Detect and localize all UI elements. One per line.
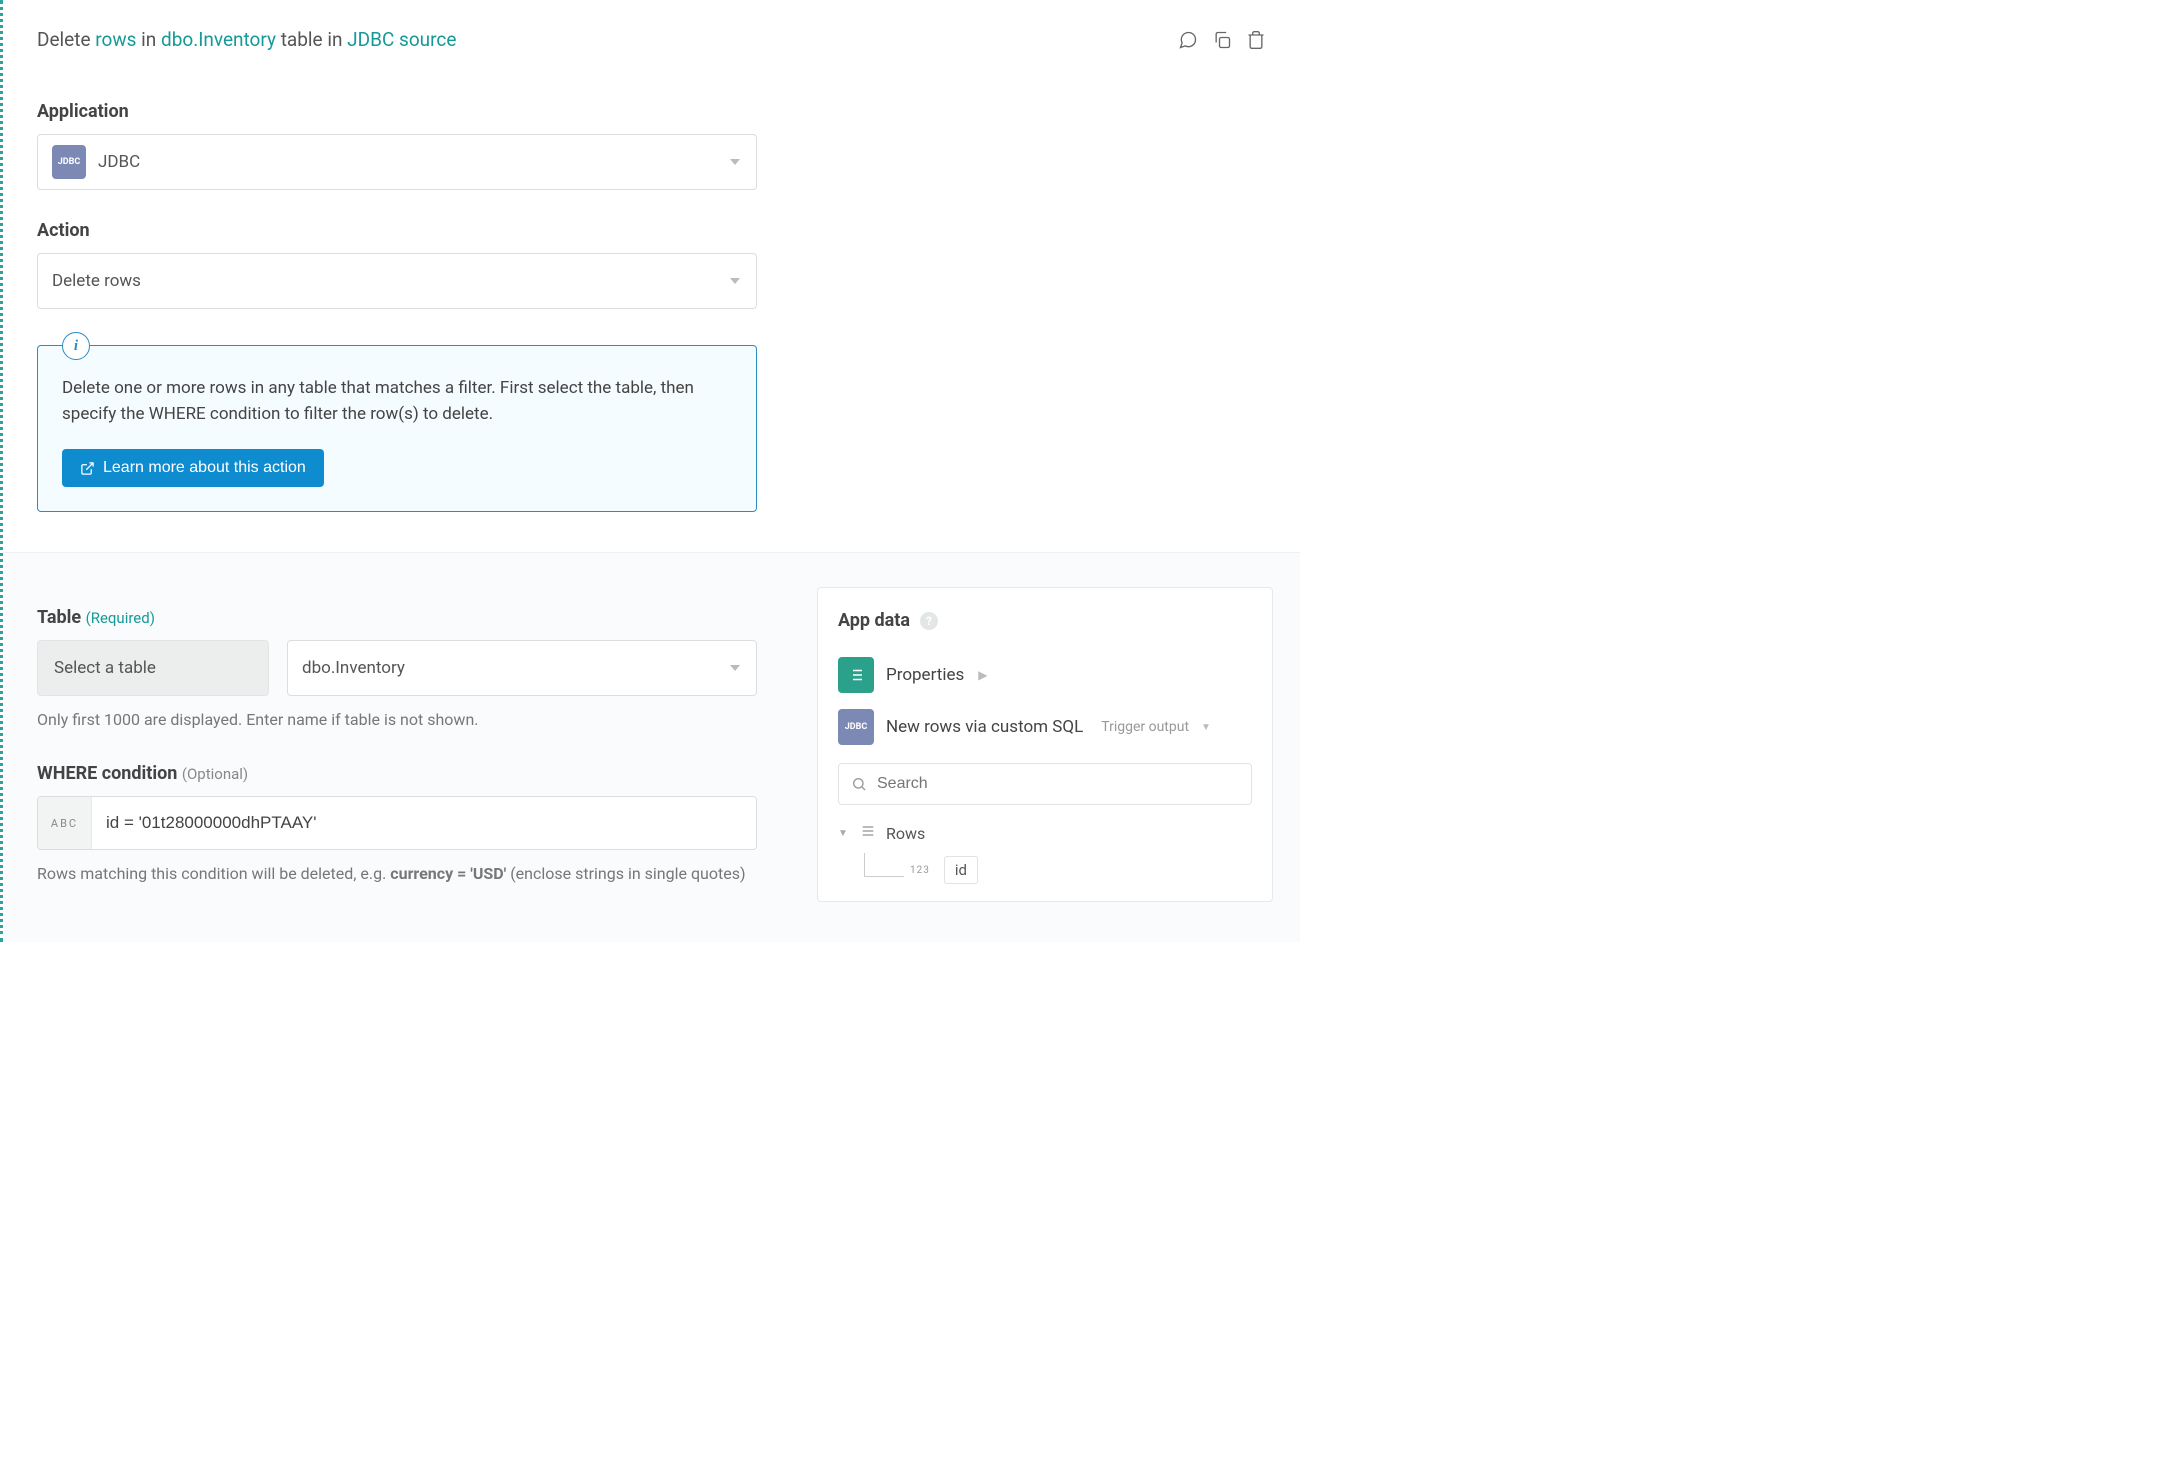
step-title: Delete rows in dbo.Inventory table in JD…	[37, 28, 456, 51]
search-input[interactable]	[877, 775, 1239, 793]
app-data-panel: App data ? Properties ▶ JDBC New rows vi…	[817, 587, 1273, 902]
trash-icon[interactable]	[1246, 30, 1266, 50]
copy-icon[interactable]	[1212, 30, 1232, 50]
chevron-down-icon	[730, 159, 740, 165]
info-icon: i	[62, 332, 90, 360]
rows-tree-node[interactable]: ▼ Rows	[838, 819, 1252, 847]
table-label: Table (Required)	[37, 607, 757, 628]
tree-toggle-icon[interactable]: ▼	[838, 828, 850, 839]
info-text: Delete one or more rows in any table tha…	[62, 376, 732, 427]
learn-more-button[interactable]: Learn more about this action	[62, 449, 324, 487]
help-icon[interactable]: ?	[920, 612, 938, 630]
search-box[interactable]	[838, 763, 1252, 805]
title-link-source[interactable]: JDBC source	[347, 28, 456, 51]
trigger-source[interactable]: JDBC New rows via custom SQL Trigger out…	[838, 701, 1252, 753]
table-help-text: Only first 1000 are displayed. Enter nam…	[37, 710, 757, 729]
application-label: Application	[37, 101, 1266, 122]
where-help-text: Rows matching this condition will be del…	[37, 864, 757, 883]
action-value: Delete rows	[52, 271, 141, 291]
where-label: WHERE condition (Optional)	[37, 763, 757, 784]
required-tag: (Required)	[86, 609, 155, 627]
search-icon	[851, 776, 867, 792]
number-type-icon: 123	[910, 865, 936, 876]
optional-tag: (Optional)	[182, 765, 248, 783]
jdbc-icon: JDBC	[52, 145, 86, 179]
application-dropdown[interactable]: JDBC JDBC	[37, 134, 757, 190]
list-icon	[860, 823, 876, 843]
id-datapill[interactable]: id	[944, 856, 978, 884]
app-data-title: App data	[838, 610, 910, 631]
text-type-icon: ABC	[38, 797, 92, 849]
chevron-right-icon: ▶	[978, 668, 987, 682]
application-value: JDBC	[98, 152, 140, 172]
chevron-down-icon	[730, 278, 740, 284]
properties-source[interactable]: Properties ▶	[838, 649, 1252, 701]
table-dropdown[interactable]: dbo.Inventory	[287, 640, 757, 696]
trigger-meta: Trigger output	[1101, 719, 1189, 735]
table-value: dbo.Inventory	[302, 658, 405, 678]
properties-icon	[838, 657, 874, 693]
chevron-down-icon	[730, 665, 740, 671]
chevron-down-icon: ▼	[1201, 722, 1211, 733]
select-mode-dropdown[interactable]: Select a table	[37, 640, 269, 696]
tree-connector	[864, 853, 904, 877]
info-box: i Delete one or more rows in any table t…	[37, 345, 757, 512]
where-input[interactable]	[92, 797, 756, 849]
title-link-rows[interactable]: rows	[95, 28, 136, 51]
jdbc-icon: JDBC	[838, 709, 874, 745]
action-dropdown[interactable]: Delete rows	[37, 253, 757, 309]
title-link-table[interactable]: dbo.Inventory	[161, 28, 276, 51]
comment-icon[interactable]	[1178, 30, 1198, 50]
action-label: Action	[37, 220, 1266, 241]
